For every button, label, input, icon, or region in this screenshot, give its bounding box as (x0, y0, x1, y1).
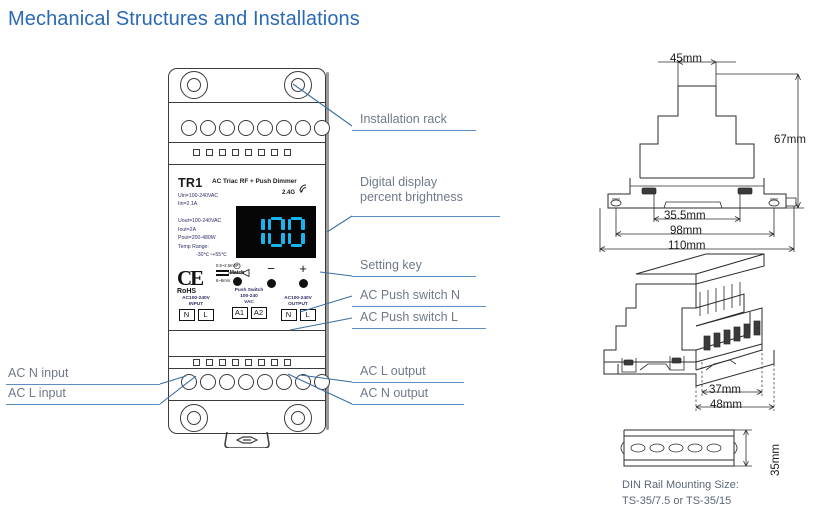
iso-view-dimension-drawing: 37mm 48mm (578, 246, 814, 416)
callout-underline-push-switch-l (352, 328, 486, 329)
callout-ac-n-input: AC N input (8, 366, 69, 380)
dim-depth-inner: 37mm (709, 384, 741, 396)
callout-underline-setting-key (352, 276, 476, 277)
callout-ac-l-output: AC L output (360, 364, 426, 378)
callout-ac-push-switch-n: AC Push switch N (360, 288, 461, 302)
callout-digital-display-line2: percent brightness (360, 189, 463, 204)
callout-installation-rack: Installation rack (360, 112, 447, 126)
callout-setting-key: Setting key (360, 258, 422, 272)
front-view-dimension-drawing: 45mm 67mm 35.5mm 98mm 110mm (578, 46, 814, 252)
callout-underline-ac-n-input (6, 384, 160, 385)
callout-ac-l-input: AC L input (8, 386, 66, 400)
callout-underline-digital-display (352, 216, 500, 217)
callout-underline-ac-l-output (352, 382, 464, 383)
callout-underline-ac-l-input (6, 404, 160, 405)
dim-rail-height: 35mm (770, 444, 782, 476)
dim-height: 67mm (774, 134, 806, 146)
dim-body-width: 98mm (670, 225, 702, 237)
callout-digital-display: Digital display percent brightness (360, 175, 463, 205)
din-rail-caption-line1: DIN Rail Mounting Size: (622, 479, 739, 491)
callout-underline-ac-n-output (352, 404, 464, 405)
callout-digital-display-line1: Digital display (360, 175, 438, 189)
dim-width-top: 45mm (670, 53, 702, 65)
din-rail-caption-line2: TS-35/7.5 or TS-35/15 (622, 494, 732, 507)
dim-rail-slot: 35.5mm (664, 210, 706, 222)
dim-depth-outer: 48mm (710, 399, 742, 411)
callout-ac-push-switch-l: AC Push switch L (360, 310, 458, 324)
callout-ac-n-output: AC N output (360, 386, 429, 400)
callout-underline-installation-rack (352, 130, 476, 131)
callout-underline-push-switch-n (352, 306, 486, 307)
din-rail-caption: DIN Rail Mounting Size: TS-35/7.5 or TS-… (622, 478, 739, 510)
din-rail-drawing: 35mm DIN Rail Mounting Size: TS-35/7.5 o… (606, 420, 814, 520)
